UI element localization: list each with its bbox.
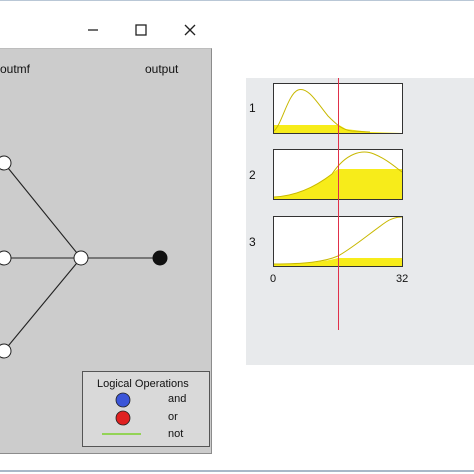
legend-swatches <box>102 392 141 435</box>
connector-top <box>3 162 82 259</box>
and-swatch <box>115 392 131 408</box>
aggregation-node[interactable] <box>73 250 89 266</box>
window-titlebar <box>0 14 212 46</box>
rule-number-1: 1 <box>249 101 256 115</box>
top-border <box>0 0 474 1</box>
axis-max-label: 32 <box>396 273 409 285</box>
rule-node-1[interactable] <box>0 155 12 171</box>
close-icon <box>184 24 196 36</box>
or-swatch <box>115 410 131 426</box>
maximize-button[interactable] <box>123 14 159 46</box>
rule-node-3[interactable] <box>0 343 12 359</box>
bottom-border <box>0 470 474 472</box>
minimize-icon <box>88 29 98 31</box>
rule-structure-panel: outmf output Logical Operations and or n… <box>0 48 212 454</box>
connector-bottom <box>3 257 82 352</box>
logical-operations-legend: Logical Operations and or not <box>82 371 210 447</box>
close-button[interactable] <box>172 14 208 46</box>
input-cursor-line[interactable] <box>338 78 339 330</box>
rule-number-3: 3 <box>249 235 256 249</box>
rule-number-2: 2 <box>249 168 256 182</box>
rule-node-2[interactable] <box>0 250 12 266</box>
axis-min-label: 0 <box>270 273 277 285</box>
minimize-button[interactable] <box>75 14 111 46</box>
legend-not-label: not <box>168 428 184 440</box>
maximize-icon <box>135 24 147 36</box>
output-node[interactable] <box>152 250 168 266</box>
legend-and-label: and <box>168 393 187 405</box>
rule-viewer-panel: 1 2 3 0 32 <box>246 78 474 365</box>
legend-or-label: or <box>168 411 178 423</box>
